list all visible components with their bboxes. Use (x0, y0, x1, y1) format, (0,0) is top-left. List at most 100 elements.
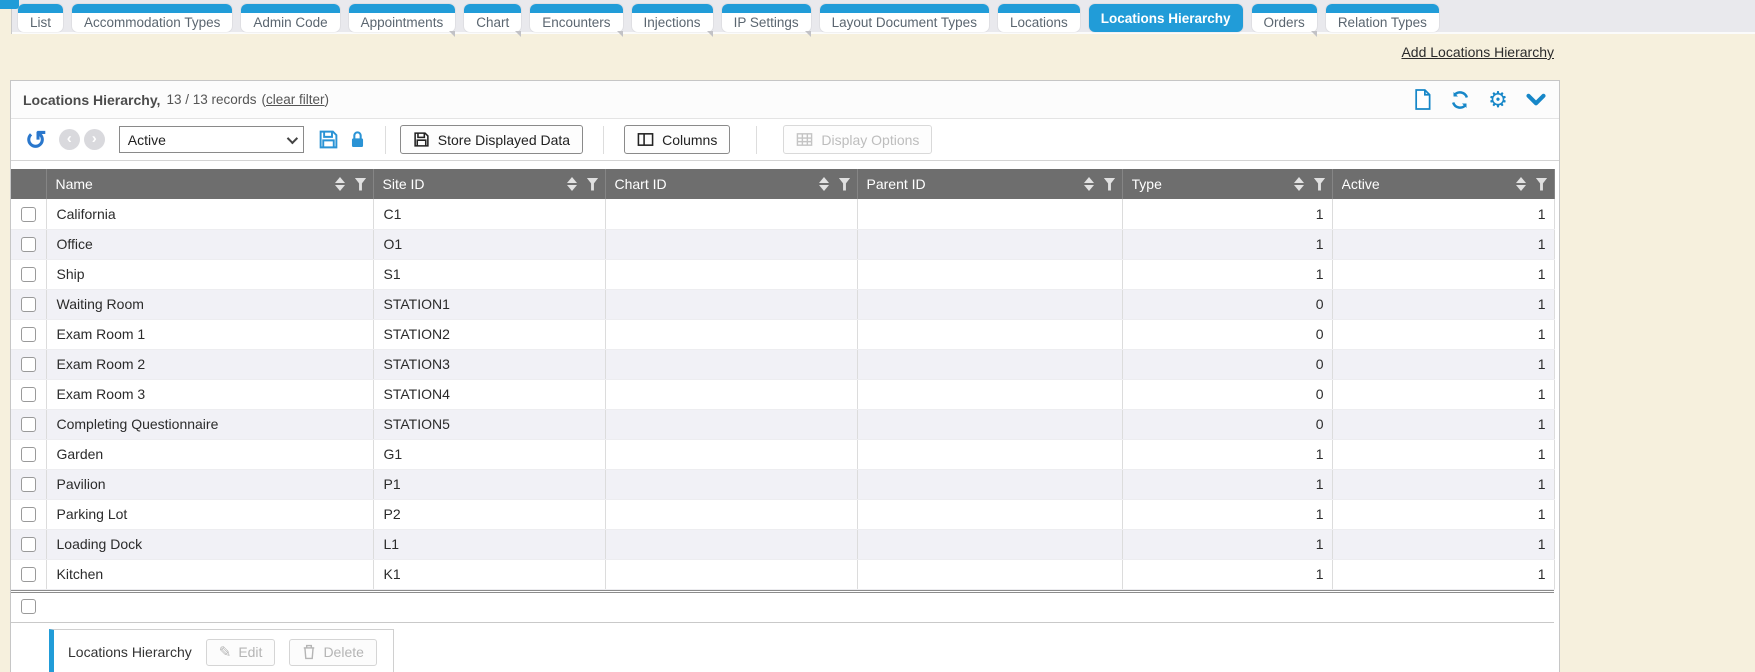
column-header-chart-id[interactable]: Chart ID (605, 169, 857, 199)
tab-admin-code[interactable]: Admin Code (241, 4, 339, 32)
table-row[interactable]: OfficeO111 (11, 229, 1554, 259)
table-row[interactable]: Completing QuestionnaireSTATION501 (11, 409, 1554, 439)
pencil-icon: ✎ (219, 645, 232, 660)
tab-fragment (0, 0, 19, 9)
column-header-active[interactable]: Active (1332, 169, 1554, 199)
row-checkbox[interactable] (21, 507, 36, 522)
store-displayed-data-button[interactable]: Store Displayed Data (400, 125, 583, 154)
tab-layout-document-types[interactable]: Layout Document Types (820, 4, 989, 32)
table-row[interactable]: PavilionP111 (11, 469, 1554, 499)
tab-top-bar (530, 4, 622, 13)
sort-icon[interactable] (819, 177, 829, 191)
row-checkbox[interactable] (21, 387, 36, 402)
tab-chart[interactable]: Chart (464, 4, 521, 32)
tab-top-bar (1326, 4, 1439, 13)
row-checkbox[interactable] (21, 417, 36, 432)
new-document-icon[interactable] (1411, 89, 1433, 111)
row-checkbox[interactable] (21, 327, 36, 342)
table-row[interactable]: GardenG111 (11, 439, 1554, 469)
table-row[interactable]: Exam Room 1STATION201 (11, 319, 1554, 349)
footer-checkbox-cell (11, 598, 46, 616)
lock-icon[interactable] (348, 129, 367, 150)
refresh-icon[interactable] (1449, 89, 1471, 111)
sort-icon[interactable] (1516, 177, 1526, 191)
tab-appointments[interactable]: Appointments (349, 4, 456, 32)
footer-tab-box: Locations Hierarchy ✎ Edit Delete (49, 629, 394, 672)
cell-site-id: G1 (373, 439, 605, 469)
table-row[interactable]: Exam Room 3STATION401 (11, 379, 1554, 409)
row-checkbox[interactable] (21, 267, 36, 282)
cell-name: Exam Room 2 (46, 349, 373, 379)
filter-funnel-icon[interactable] (1104, 178, 1116, 191)
columns-button[interactable]: Columns (624, 125, 730, 154)
toolbar-divider (756, 126, 757, 154)
display-options-button: Display Options (783, 125, 932, 154)
filter-funnel-icon[interactable] (1314, 178, 1326, 191)
row-checkbox[interactable] (21, 237, 36, 252)
column-header-site-id[interactable]: Site ID (373, 169, 605, 199)
tab-accommodation-types[interactable]: Accommodation Types (72, 4, 232, 32)
cell-chart-id (605, 469, 857, 499)
chevron-down-icon[interactable] (1525, 89, 1547, 111)
tab-label: Locations Hierarchy (1089, 4, 1243, 32)
cell-name: Exam Room 1 (46, 319, 373, 349)
column-header-parent-id[interactable]: Parent ID (857, 169, 1122, 199)
cell-active: 1 (1332, 289, 1554, 319)
cell-active: 1 (1332, 409, 1554, 439)
row-checkbox[interactable] (21, 537, 36, 552)
row-checkbox[interactable] (21, 477, 36, 492)
column-header-name[interactable]: Name (46, 169, 373, 199)
table-row[interactable]: CaliforniaC111 (11, 199, 1554, 229)
edit-button: ✎ Edit (206, 639, 276, 666)
cell-type: 1 (1122, 529, 1332, 559)
row-checkbox-cell (11, 499, 46, 529)
row-checkbox-cell (11, 229, 46, 259)
tab-ip-settings[interactable]: IP Settings (722, 4, 811, 32)
table-row[interactable]: Parking LotP211 (11, 499, 1554, 529)
select-all-header-cell[interactable] (11, 169, 46, 199)
tab-orders[interactable]: Orders (1252, 4, 1317, 32)
filter-funnel-icon[interactable] (1536, 178, 1548, 191)
floppy-disk-icon (413, 131, 430, 148)
row-checkbox[interactable] (21, 207, 36, 222)
table-row[interactable]: Exam Room 2STATION301 (11, 349, 1554, 379)
status-filter-value: Active (128, 132, 166, 148)
tab-locations[interactable]: Locations (998, 4, 1080, 32)
records-count: 13 / 13 records (166, 92, 256, 107)
filter-funnel-icon[interactable] (587, 178, 599, 191)
table-row[interactable]: Loading DockL111 (11, 529, 1554, 559)
row-checkbox[interactable] (21, 357, 36, 372)
new-row-footer (11, 590, 1554, 623)
footer-checkbox[interactable] (21, 599, 36, 614)
undo-icon[interactable]: ↺ (25, 129, 47, 151)
sort-icon[interactable] (1084, 177, 1094, 191)
sort-icon[interactable] (335, 177, 345, 191)
tab-list[interactable]: List (18, 4, 63, 32)
paren-close: ) (325, 92, 330, 107)
table-row[interactable]: ShipS111 (11, 259, 1554, 289)
cell-name: Ship (46, 259, 373, 289)
row-checkbox-cell (11, 409, 46, 439)
grid-table-icon (796, 132, 813, 147)
add-locations-hierarchy-link[interactable]: Add Locations Hierarchy (1401, 44, 1554, 60)
sort-icon[interactable] (567, 177, 577, 191)
status-filter-select[interactable]: Active (119, 126, 304, 153)
filter-funnel-icon[interactable] (839, 178, 851, 191)
column-header-type[interactable]: Type (1122, 169, 1332, 199)
row-checkbox[interactable] (21, 567, 36, 582)
table-row[interactable]: KitchenK111 (11, 559, 1554, 589)
sort-icon[interactable] (1294, 177, 1304, 191)
tab-label: IP Settings (722, 13, 811, 32)
save-filter-icon[interactable] (318, 129, 339, 150)
row-checkbox[interactable] (21, 447, 36, 462)
tab-injections[interactable]: Injections (632, 4, 713, 32)
filter-funnel-icon[interactable] (355, 178, 367, 191)
tab-relation-types[interactable]: Relation Types (1326, 4, 1439, 32)
tab-locations-hierarchy[interactable]: Locations Hierarchy (1089, 4, 1243, 32)
table-row[interactable]: Waiting RoomSTATION101 (11, 289, 1554, 319)
gear-icon[interactable]: ⚙ (1487, 89, 1509, 111)
row-checkbox[interactable] (21, 297, 36, 312)
tab-encounters[interactable]: Encounters (530, 4, 622, 32)
tab-top-bar (464, 4, 521, 13)
clear-filter-link[interactable]: clear filter (266, 92, 325, 107)
